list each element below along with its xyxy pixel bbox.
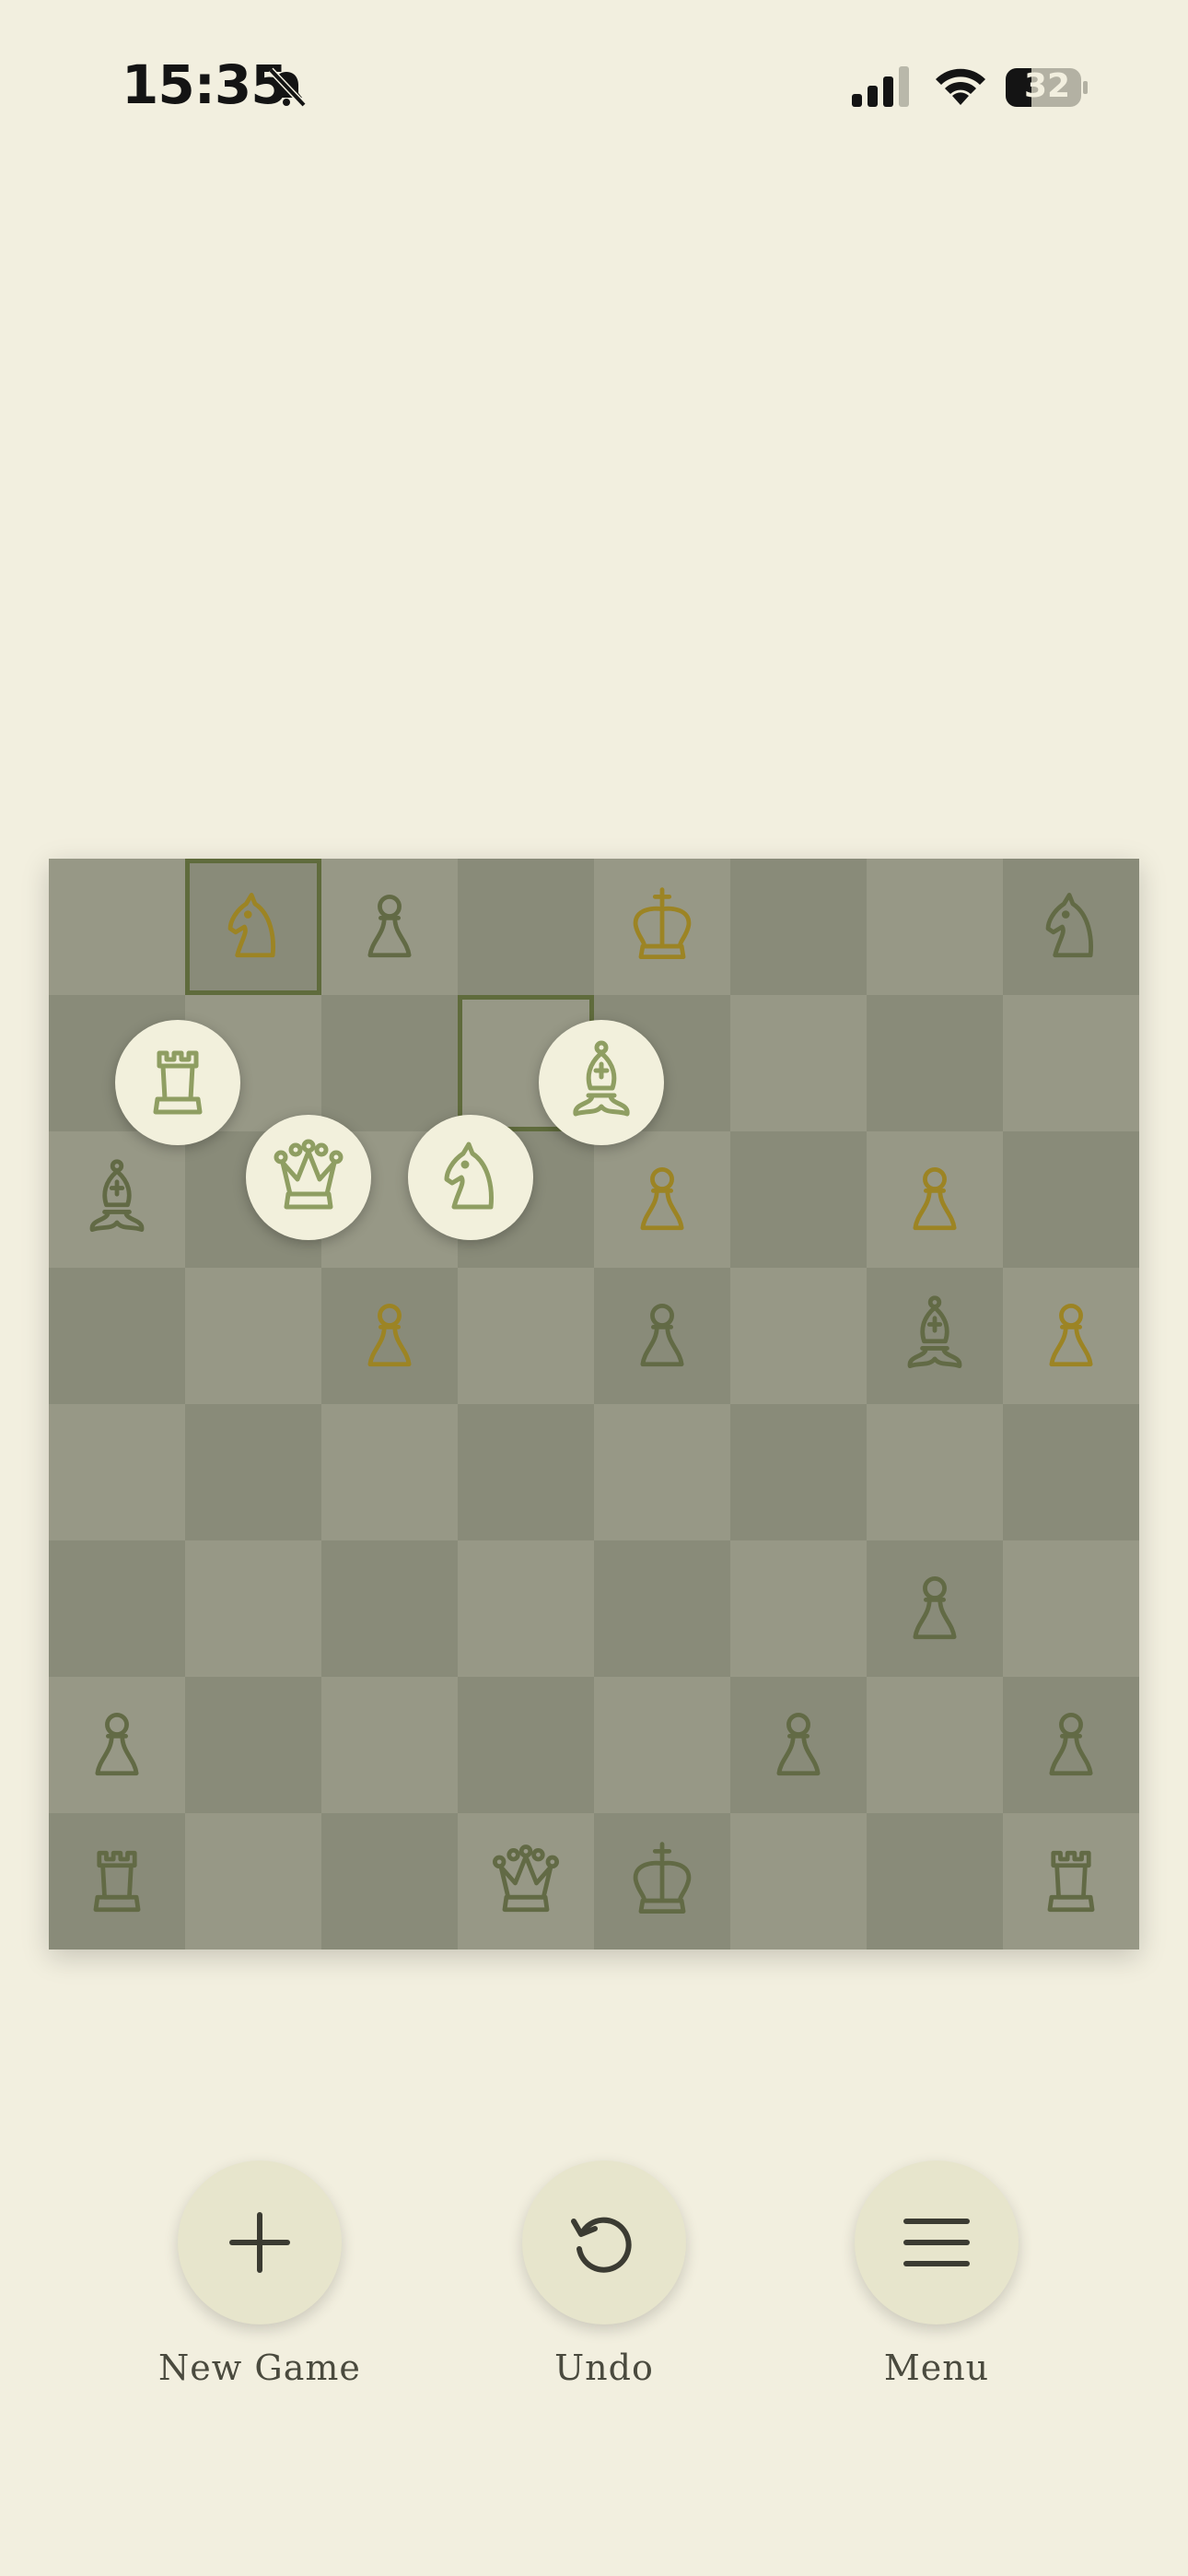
square-h4[interactable]	[1003, 1404, 1139, 1540]
square-d8[interactable]	[458, 859, 594, 995]
square-f8[interactable]	[730, 859, 867, 995]
square-g7[interactable]	[867, 995, 1003, 1131]
square-f3[interactable]	[730, 1540, 867, 1677]
new-game-button[interactable]	[178, 2160, 342, 2324]
square-h7[interactable]	[1003, 995, 1139, 1131]
dark-rook-a1[interactable]	[49, 1813, 185, 1950]
square-b5[interactable]	[185, 1268, 321, 1404]
square-g1[interactable]	[867, 1813, 1003, 1950]
promote-to-rook-button[interactable]	[115, 1020, 240, 1145]
square-c1[interactable]	[321, 1813, 458, 1950]
dark-rook-h1[interactable]	[1003, 1813, 1139, 1950]
new-game-label: New Game	[158, 2348, 361, 2388]
square-g8[interactable]	[867, 859, 1003, 995]
wifi-icon	[936, 68, 985, 105]
square-b2[interactable]	[185, 1677, 321, 1813]
square-a4[interactable]	[49, 1404, 185, 1540]
square-c4[interactable]	[321, 1404, 458, 1540]
square-f7[interactable]	[730, 995, 867, 1131]
promote-to-bishop-button[interactable]	[539, 1020, 664, 1145]
square-g2[interactable]	[867, 1677, 1003, 1813]
square-f1[interactable]	[730, 1813, 867, 1950]
square-f5[interactable]	[730, 1268, 867, 1404]
dark-pawn-e5[interactable]	[594, 1268, 730, 1404]
square-b4[interactable]	[185, 1404, 321, 1540]
undo-label: Undo	[554, 2348, 654, 2388]
square-d5[interactable]	[458, 1268, 594, 1404]
dark-pawn-a2[interactable]	[49, 1677, 185, 1813]
chess-board[interactable]	[49, 859, 1139, 1950]
dark-knight-h8[interactable]	[1003, 859, 1139, 995]
square-h3[interactable]	[1003, 1540, 1139, 1677]
dark-bishop-a6[interactable]	[49, 1131, 185, 1268]
square-c3[interactable]	[321, 1540, 458, 1677]
plus-icon	[229, 2212, 290, 2273]
square-f4[interactable]	[730, 1404, 867, 1540]
square-h6[interactable]	[1003, 1131, 1139, 1268]
dark-bishop-g5[interactable]	[867, 1268, 1003, 1404]
square-a8[interactable]	[49, 859, 185, 995]
square-c7[interactable]	[321, 995, 458, 1131]
bell-slash-icon	[268, 67, 307, 108]
gold-pawn-g6[interactable]	[867, 1131, 1003, 1268]
square-e3[interactable]	[594, 1540, 730, 1677]
gold-pawn-c5[interactable]	[321, 1268, 458, 1404]
menu-button[interactable]	[855, 2160, 1019, 2324]
dark-king-e1[interactable]	[594, 1813, 730, 1950]
promote-to-queen-button[interactable]	[246, 1115, 371, 1240]
square-b1[interactable]	[185, 1813, 321, 1950]
dark-queen-d1[interactable]	[458, 1813, 594, 1950]
dark-pawn-g3[interactable]	[867, 1540, 1003, 1677]
gold-knight-b8[interactable]	[185, 859, 321, 995]
status-bar: 15:35 32	[0, 0, 1188, 175]
square-g4[interactable]	[867, 1404, 1003, 1540]
gold-king-e8[interactable]	[594, 859, 730, 995]
square-d4[interactable]	[458, 1404, 594, 1540]
square-c2[interactable]	[321, 1677, 458, 1813]
hamburger-menu-icon	[903, 2219, 970, 2266]
square-e4[interactable]	[594, 1404, 730, 1540]
dark-pawn-f2[interactable]	[730, 1677, 867, 1813]
gold-pawn-e6[interactable]	[594, 1131, 730, 1268]
gold-pawn-h5[interactable]	[1003, 1268, 1139, 1404]
undo-icon	[571, 2217, 632, 2273]
cellular-signal-icon	[852, 66, 909, 107]
promote-to-knight-button[interactable]	[408, 1115, 533, 1240]
square-d3[interactable]	[458, 1540, 594, 1677]
dark-pawn-c8[interactable]	[321, 859, 458, 995]
status-time: 15:35	[122, 53, 288, 116]
square-a5[interactable]	[49, 1268, 185, 1404]
square-e2[interactable]	[594, 1677, 730, 1813]
square-f6[interactable]	[730, 1131, 867, 1268]
square-d2[interactable]	[458, 1677, 594, 1813]
menu-label: Menu	[883, 2348, 990, 2388]
square-a3[interactable]	[49, 1540, 185, 1677]
dark-pawn-h2[interactable]	[1003, 1677, 1139, 1813]
square-b3[interactable]	[185, 1540, 321, 1677]
undo-button[interactable]	[522, 2160, 686, 2324]
battery-level: 32	[1023, 67, 1071, 105]
